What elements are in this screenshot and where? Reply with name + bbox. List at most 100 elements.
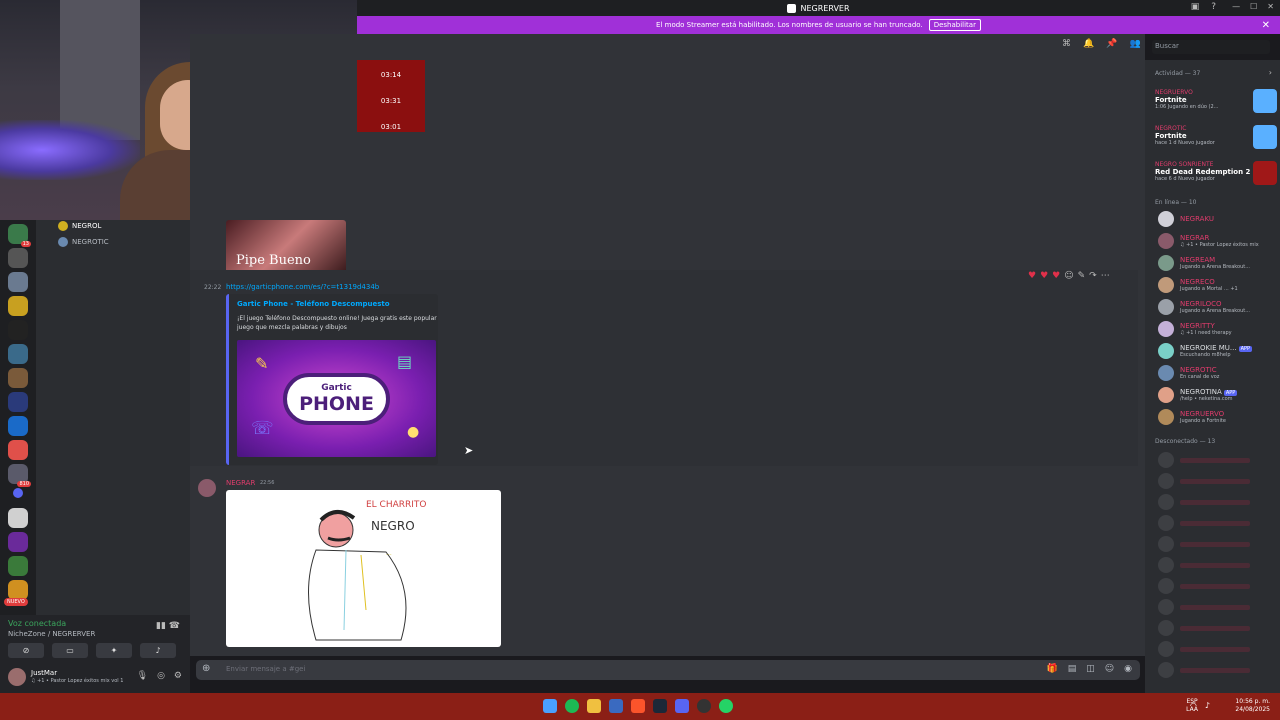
server-icon[interactable] (8, 416, 28, 436)
server-icon[interactable] (8, 248, 28, 268)
activity-card[interactable]: NEGRUERVO Fortnite 1:06 Jugando en dúo (… (1155, 89, 1277, 113)
avatar[interactable] (1158, 557, 1174, 573)
avatar[interactable] (198, 479, 216, 497)
volume-icon[interactable]: ♪ (1205, 701, 1210, 710)
whatsapp-icon[interactable] (719, 699, 733, 713)
gift-icon[interactable]: 🎁 (1047, 664, 1058, 674)
screen-share-button[interactable]: ▭ (52, 643, 88, 658)
server-icon[interactable] (8, 344, 28, 364)
edit-icon[interactable]: ✎ (1078, 271, 1086, 281)
avatar[interactable] (1158, 599, 1174, 615)
heart-reaction-icon[interactable]: ♥ (1040, 271, 1048, 281)
member-item[interactable]: NEGRAKU (1158, 211, 1280, 227)
camera-off-button[interactable]: ⊘ (8, 643, 44, 658)
server-icon[interactable] (8, 440, 28, 460)
member-item[interactable]: NEGRITTY ♫ +1 I need therapy (1158, 321, 1280, 337)
help-icon[interactable]: ? (1211, 2, 1216, 12)
server-icon[interactable] (8, 392, 28, 412)
obs-icon[interactable] (697, 699, 711, 713)
server-icon[interactable]: 13 (8, 224, 31, 247)
notification-bell-icon[interactable]: 🔔 (1083, 39, 1094, 49)
activity-card[interactable]: NEGROTIC Fortnite hace 1 d Nuevo jugador (1155, 125, 1277, 149)
threads-icon[interactable]: ⌘ (1062, 39, 1071, 49)
activity-button[interactable]: ✦ (96, 643, 132, 658)
clock[interactable]: 10:56 p. m. 24/08/2025 (1235, 698, 1270, 714)
server-icon[interactable] (8, 368, 28, 388)
avatar[interactable] (1158, 494, 1174, 510)
server-icon[interactable] (8, 320, 28, 340)
server-icon[interactable] (8, 556, 28, 576)
server-icon[interactable] (8, 272, 28, 292)
forward-icon[interactable]: ↷ (1089, 271, 1097, 281)
server-icon[interactable] (8, 580, 28, 600)
member-item[interactable]: NEGRILOCO Jugando a Arena Breakout... (1158, 299, 1280, 315)
windows-start-icon[interactable] (543, 699, 557, 713)
disable-streamer-button[interactable]: Deshabilitar (928, 19, 981, 31)
pin-icon[interactable]: 📌 (1106, 39, 1117, 49)
wifi-icon[interactable]: ◠ (1190, 701, 1197, 710)
voice-location[interactable]: NicheZone / NEGRERVER (8, 630, 95, 638)
add-attachment-icon[interactable]: ⊕ (202, 663, 210, 674)
add-reaction-icon[interactable]: ☺ (1064, 271, 1073, 281)
member-item[interactable]: NEGROTINA APP/help • neketina.com (1158, 387, 1280, 403)
avatar[interactable] (1158, 515, 1174, 531)
spotify-icon[interactable] (565, 699, 579, 713)
voice-user[interactable]: NEGROTIC (58, 237, 109, 247)
brave-browser-icon[interactable] (631, 699, 645, 713)
app-icon[interactable] (609, 699, 623, 713)
avatar[interactable] (1158, 662, 1174, 678)
message-input[interactable]: Enviar mensaje a #gei (226, 665, 305, 673)
avatar[interactable] (1158, 452, 1174, 468)
voice-user[interactable]: NEGROL (58, 221, 101, 231)
steam-icon[interactable] (653, 699, 667, 713)
close-banner-icon[interactable]: ✕ (1262, 20, 1270, 31)
avatar (1158, 321, 1174, 337)
member-item[interactable]: NEGREAM Jugando a Arena Breakout... (1158, 255, 1280, 271)
minimize-button[interactable]: — (1232, 2, 1240, 11)
embed-title[interactable]: Gartic Phone - Teléfono Descompuesto (237, 300, 390, 308)
sticker-icon[interactable]: ◫ (1086, 664, 1095, 674)
attached-image[interactable]: Pipe Bueno (226, 220, 346, 275)
avatar[interactable] (8, 668, 26, 686)
avatar (1158, 233, 1174, 249)
drawing-image[interactable]: EL CHARRITO NEGRO ... (226, 490, 501, 647)
avatar[interactable] (1158, 473, 1174, 489)
signal-icon[interactable]: ▮▮ ☎ (156, 621, 180, 631)
headphones-icon[interactable]: ◎ (157, 671, 165, 681)
member-item[interactable]: NEGRAR ♫ +1 • Pastor Lopez éxitos mix (1158, 233, 1280, 249)
apps-icon[interactable]: ◉ (1124, 664, 1132, 674)
member-item[interactable]: NEGROKIE MU... APP Escuchando m8help (1158, 343, 1280, 359)
message-link[interactable]: https://garticphone.com/es/?c=t1319d434b (226, 283, 379, 291)
avatar[interactable] (1158, 620, 1174, 636)
server-icon[interactable] (8, 296, 28, 316)
member-item[interactable]: NEGROTIC En canal de voz (1158, 365, 1280, 381)
heart-reaction-icon[interactable]: ♥ (1028, 271, 1036, 281)
gif-icon[interactable]: ▤ (1068, 664, 1077, 674)
maximize-button[interactable]: ☐ (1250, 2, 1257, 11)
member-item[interactable]: NEGRUERVO Jugando a Fortnite (1158, 409, 1280, 425)
heart-reaction-icon[interactable]: ♥ (1052, 271, 1060, 281)
embed-image[interactable]: Gartic PHONE ✎ ▤ ☏ ● (237, 340, 436, 457)
server-icon[interactable] (8, 508, 28, 528)
avatar[interactable] (1158, 536, 1174, 552)
message-author[interactable]: NEGRAR (226, 479, 255, 487)
settings-gear-icon[interactable]: ⚙ (174, 671, 182, 681)
file-explorer-icon[interactable] (587, 699, 601, 713)
member-item[interactable]: NEGRECO Jugando a Mortal ... +1 (1158, 277, 1280, 293)
avatar[interactable] (1158, 641, 1174, 657)
server-folder-icon[interactable] (13, 488, 23, 498)
more-options-icon[interactable]: ⋯ (1101, 271, 1110, 281)
server-icon[interactable]: 810 (8, 464, 31, 487)
activity-card[interactable]: NEGRO SONRIENTE Red Dead Redemption 2 ha… (1155, 161, 1277, 185)
inbox-icon[interactable]: ▣ (1191, 2, 1200, 12)
mic-icon[interactable]: 🎙 (137, 671, 148, 681)
search-input[interactable]: Buscar (1152, 40, 1270, 54)
close-window-button[interactable]: ✕ (1267, 2, 1274, 11)
server-icon[interactable] (8, 532, 28, 552)
discord-icon[interactable] (675, 699, 689, 713)
member-list-icon[interactable]: 👥 (1129, 39, 1140, 49)
emoji-icon[interactable]: ☺ (1105, 664, 1114, 674)
avatar[interactable] (1158, 578, 1174, 594)
chevron-right-icon[interactable]: › (1269, 68, 1272, 77)
soundboard-button[interactable]: ♪ (140, 643, 176, 658)
